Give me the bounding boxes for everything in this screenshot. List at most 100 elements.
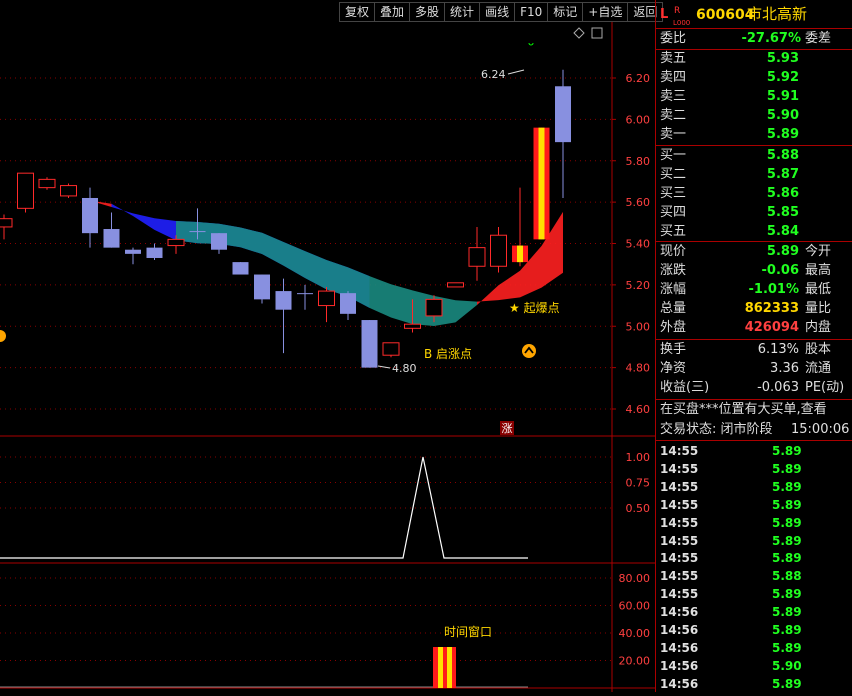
quote-label-2: 今开 xyxy=(805,244,832,259)
tick-row: 14:56 5.89 xyxy=(660,621,852,639)
buy-label: 买二 xyxy=(660,167,687,182)
candle-body xyxy=(254,274,270,300)
fundamental-value: 6.13% xyxy=(757,342,799,357)
fundamental-row: 换手 6.13% 股本 xyxy=(660,341,852,359)
diamond-icon[interactable] xyxy=(573,27,585,39)
candle-body xyxy=(17,172,34,209)
candle-body xyxy=(361,320,378,368)
price-tick-label: 5.60 xyxy=(626,196,651,209)
tick-row: 14:55 5.89 xyxy=(660,496,852,514)
divider xyxy=(656,241,852,242)
trade-status-row: 交易状态: 闭市阶段 15:00:06 xyxy=(660,421,852,439)
toolbar-button[interactable]: 叠加 xyxy=(374,2,411,22)
up-arrow-icon[interactable] xyxy=(0,330,6,342)
tick-time: 14:55 xyxy=(660,497,699,512)
quote-value: 426094 xyxy=(744,320,799,335)
divider xyxy=(656,145,852,146)
buy-row[interactable]: 买二 5.87 xyxy=(660,166,852,184)
toolbar-button[interactable]: 多股 xyxy=(409,2,446,22)
sell-label: 卖三 xyxy=(660,89,687,104)
toolbar-button[interactable]: 画线 xyxy=(479,2,516,22)
candle-body xyxy=(340,293,356,314)
buy-label: 买四 xyxy=(660,205,687,220)
kline-chart-area[interactable]: 6.20 6.00 5.80 5.60 5.40 5.20 5.00 4.80 4.60 6.24… xyxy=(0,0,655,692)
quote-label-2: 最低 xyxy=(805,282,832,297)
tick-row: 14:55 5.89 xyxy=(660,442,852,460)
price-tick-label: 4.80 xyxy=(626,362,651,375)
tick-price: 5.89 xyxy=(772,587,802,602)
buy-price: 5.87 xyxy=(766,167,799,182)
tick-time: 14:55 xyxy=(660,551,699,566)
sell-row[interactable]: 卖五 5.93 xyxy=(660,50,852,68)
price-tick-label: 6.00 xyxy=(626,113,651,126)
fundamental-label-2: PE(动) xyxy=(805,380,845,395)
toolbar-button[interactable]: 统计 xyxy=(444,2,481,22)
tick-price: 5.88 xyxy=(772,569,802,584)
price-tick-label: 5.80 xyxy=(626,155,651,168)
quote-label-2: 量比 xyxy=(805,301,832,316)
time-window-bar-highlight xyxy=(447,647,452,688)
stock-name: 市北高新 xyxy=(747,5,808,23)
candle-body xyxy=(38,178,56,189)
signal-line xyxy=(0,456,528,559)
up-arrow-icon[interactable] xyxy=(522,344,536,358)
price-tick-label: 6.20 xyxy=(626,72,651,85)
sub2-tick-label: 20.00 xyxy=(619,655,651,668)
buy-row[interactable]: 买一 5.88 xyxy=(660,147,852,165)
candle-body xyxy=(447,282,464,288)
sell-label: 卖五 xyxy=(660,51,687,66)
toolbar-button[interactable]: 标记 xyxy=(547,2,584,22)
quote-row: 涨跌 -0.06 最高 xyxy=(660,262,852,280)
tick-time: 14:55 xyxy=(660,587,699,602)
tick-price: 5.89 xyxy=(772,515,802,530)
quote-label: 总量 xyxy=(660,301,687,316)
buy-label: 买五 xyxy=(660,224,687,239)
tick-price: 5.89 xyxy=(772,461,802,476)
fundamental-label: 收益(三) xyxy=(660,380,710,395)
tick-price: 5.89 xyxy=(772,533,802,548)
window-toggle-icon[interactable] xyxy=(591,27,603,39)
sub1-tick-label: 0.50 xyxy=(626,502,651,515)
sell-row[interactable]: 卖三 5.91 xyxy=(660,88,852,106)
tick-time: 14:55 xyxy=(660,515,699,530)
high-price-pointer xyxy=(507,69,525,75)
trade-status-time: 15:00:06 xyxy=(791,422,850,437)
divider xyxy=(656,440,852,441)
toolbar-button[interactable]: F10 xyxy=(514,2,549,22)
chart-canvas[interactable]: 6.20 6.00 5.80 5.60 5.40 5.20 5.00 4.80 4.60 6.24… xyxy=(0,0,655,692)
tick-row: 14:55 5.88 xyxy=(660,567,852,585)
sell-label: 卖四 xyxy=(660,70,687,85)
notice-row[interactable]: 在买盘***位置有大买单,查看 xyxy=(660,401,852,419)
fundamental-value: 3.36 xyxy=(770,361,799,376)
sell-row[interactable]: 卖一 5.89 xyxy=(660,126,852,144)
candle-highlight xyxy=(538,127,545,240)
buy-row[interactable]: 买五 5.84 xyxy=(660,223,852,241)
sell-row[interactable]: 卖二 5.90 xyxy=(660,107,852,125)
candle-body xyxy=(468,247,486,267)
quote-row: 现价 5.89 今开 xyxy=(660,243,852,261)
fundamental-row: 净资 3.36 流通 xyxy=(660,360,852,378)
sell-label: 卖一 xyxy=(660,127,687,142)
candle-body xyxy=(0,218,13,228)
buy-label: 买三 xyxy=(660,186,687,201)
candle-body xyxy=(232,262,249,275)
fundamental-row: 收益(三) -0.063 PE(动) xyxy=(660,379,852,397)
buy-row[interactable]: 买三 5.86 xyxy=(660,185,852,203)
buy-price: 5.86 xyxy=(766,186,799,201)
tick-time: 14:55 xyxy=(660,569,699,584)
toolbar-button[interactable]: 复权 xyxy=(339,2,376,22)
toolbar-button[interactable]: +自选 xyxy=(582,2,629,22)
candle-body xyxy=(425,298,443,317)
sub2-tick-label: 40.00 xyxy=(619,627,651,640)
price-tick-label: 4.60 xyxy=(626,403,651,416)
tick-row: 14:55 5.89 xyxy=(660,585,852,603)
weibi-label: 委比 xyxy=(660,31,687,46)
quote-row: 总量 862333 量比 xyxy=(660,300,852,318)
candle-body xyxy=(275,291,292,310)
sub1-tick-label: 0.75 xyxy=(626,477,651,490)
buy-row[interactable]: 买四 5.85 xyxy=(660,204,852,222)
tick-row: 14:55 5.89 xyxy=(660,532,852,550)
candle-body xyxy=(82,197,98,234)
quote-label-2: 最高 xyxy=(805,263,832,278)
sell-row[interactable]: 卖四 5.92 xyxy=(660,69,852,87)
